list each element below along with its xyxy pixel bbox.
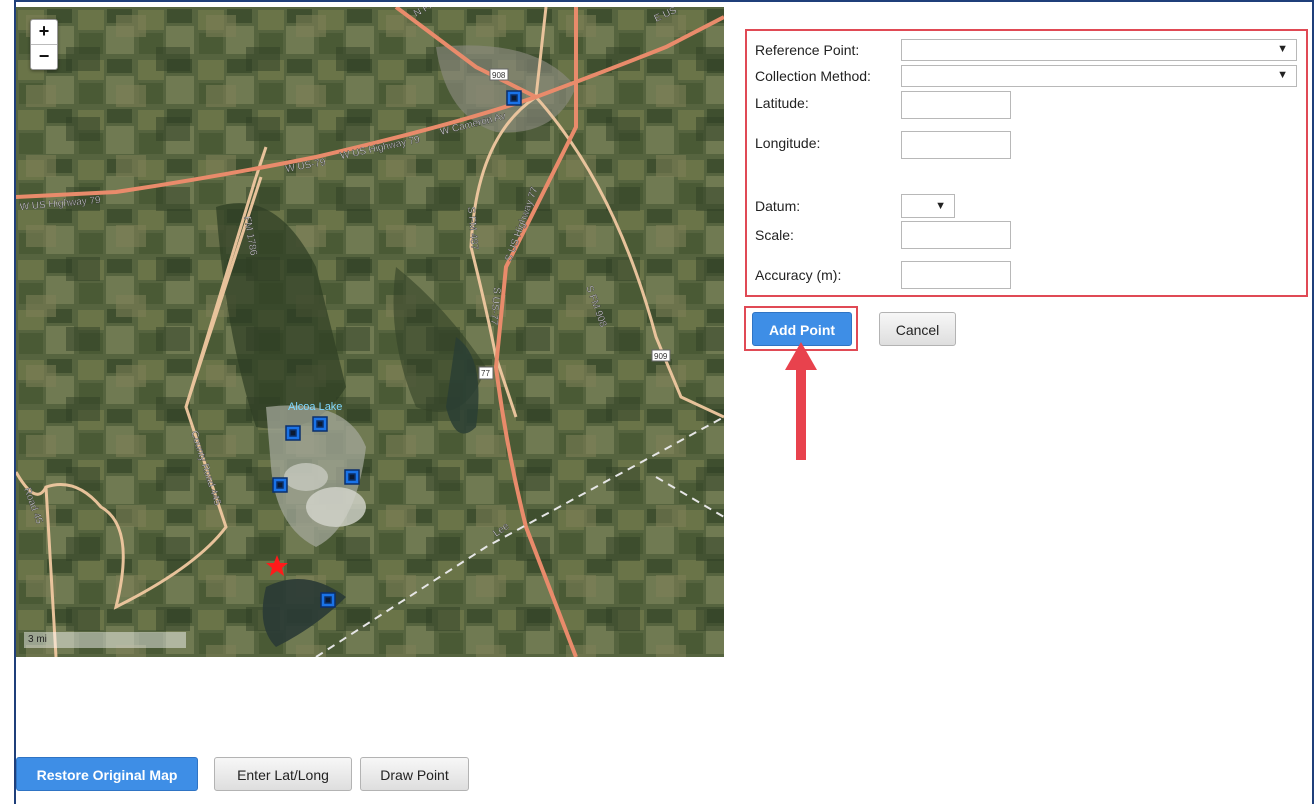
accuracy-input[interactable]: [901, 261, 1011, 289]
map-marker[interactable]: [506, 90, 522, 106]
datum-select[interactable]: ▼: [901, 194, 955, 218]
map-marker[interactable]: [320, 592, 336, 608]
map-shield-909: 909: [654, 352, 668, 361]
latitude-input[interactable]: [901, 91, 1011, 119]
map-marker[interactable]: [285, 425, 301, 441]
longitude-input[interactable]: [901, 131, 1011, 159]
reference-point-label: Reference Point:: [755, 42, 860, 58]
map-scale-bar: 3 mi: [24, 632, 186, 648]
arrow-up-icon: [785, 342, 817, 460]
accuracy-label: Accuracy (m):: [755, 267, 842, 283]
chevron-down-icon: ▼: [1277, 43, 1288, 55]
map-label-alcoa-lake: Alcoa Lake: [288, 401, 342, 413]
scale-label: Scale:: [755, 227, 794, 243]
map-view[interactable]: W US Highway 79 W US-79 W US Highway 79 …: [16, 7, 724, 657]
zoom-control: + −: [30, 19, 58, 70]
reference-point-select[interactable]: ▼: [901, 39, 1297, 61]
satellite-map[interactable]: W US Highway 79 W US-79 W US Highway 79 …: [16, 7, 724, 657]
zoom-in-button[interactable]: +: [31, 20, 57, 44]
draw-point-button[interactable]: Draw Point: [360, 757, 469, 791]
datum-label: Datum:: [755, 198, 801, 214]
chevron-down-icon: ▼: [1277, 69, 1288, 81]
chevron-down-icon: ▼: [935, 200, 946, 212]
restore-original-map-button[interactable]: Restore Original Map: [16, 757, 198, 791]
longitude-label: Longitude:: [755, 135, 821, 151]
map-marker[interactable]: [312, 416, 328, 432]
enter-lat-long-button[interactable]: Enter Lat/Long: [214, 757, 352, 791]
scale-input[interactable]: [901, 221, 1011, 249]
map-marker[interactable]: [344, 469, 360, 485]
map-shield-908: 908: [492, 71, 506, 80]
map-shield-77: 77: [481, 369, 490, 378]
zoom-out-button[interactable]: −: [31, 44, 57, 69]
map-marker[interactable]: [272, 477, 288, 493]
collection-method-label: Collection Method:: [755, 68, 871, 84]
cancel-button[interactable]: Cancel: [879, 312, 956, 346]
latitude-label: Latitude:: [755, 95, 809, 111]
collection-method-select[interactable]: ▼: [901, 65, 1297, 87]
